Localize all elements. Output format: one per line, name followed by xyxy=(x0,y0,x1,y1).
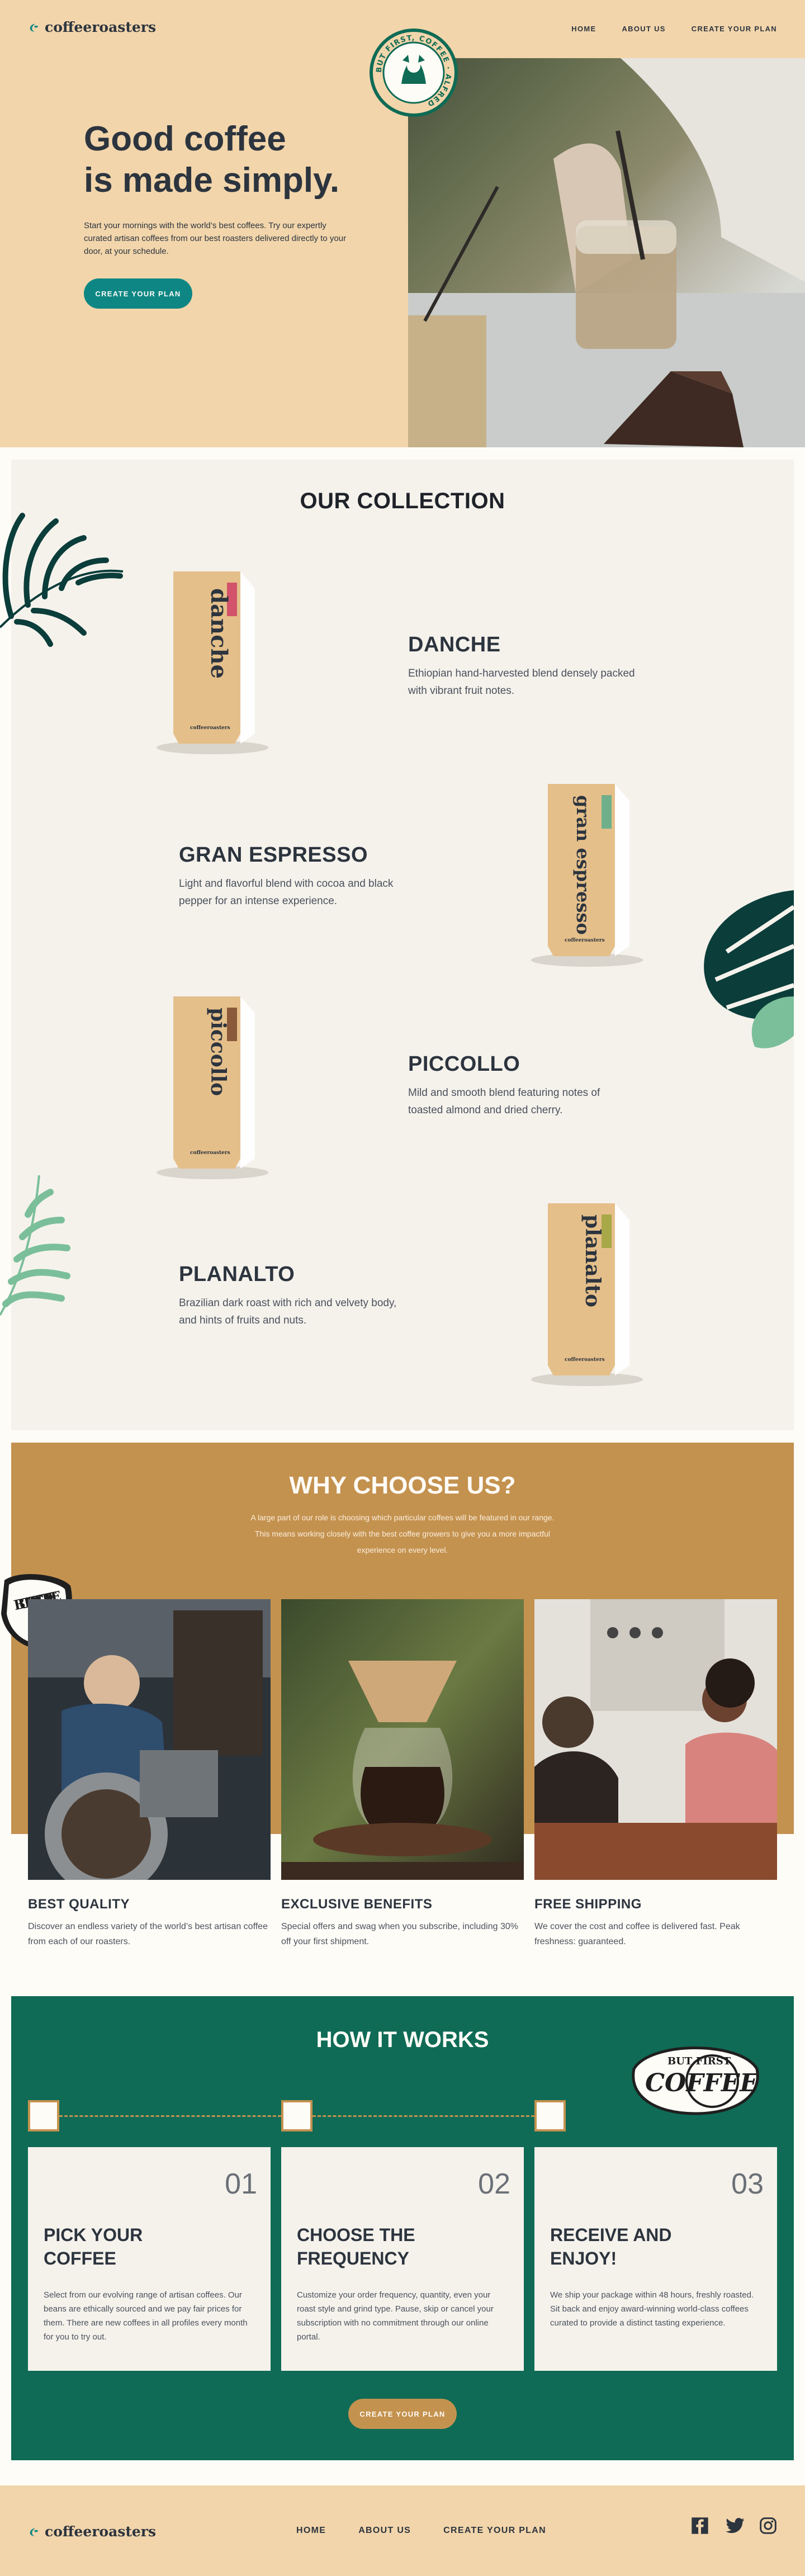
how-create-plan-button[interactable]: CREATE YOUR PLAN xyxy=(348,2399,457,2429)
step-number: 01 xyxy=(225,2168,257,2200)
brand-name: coffeeroasters xyxy=(45,19,157,35)
planalto-bag-image: planalto coffeeroasters xyxy=(531,1198,643,1391)
step-marker xyxy=(281,2100,312,2131)
product-desc: Light and flavorful blend with cocoa and… xyxy=(179,878,394,907)
gran-espresso-bag-label: gran espresso xyxy=(572,795,594,935)
gran-espresso-bag-brand: coffeeroasters xyxy=(565,938,605,943)
product-name: DANCHE xyxy=(408,633,501,656)
step-desc: We ship your package within 48 hours, fr… xyxy=(550,2290,754,2328)
coffee-bean-logo-icon xyxy=(30,23,39,32)
step-number: 03 xyxy=(731,2168,764,2200)
footer-home-link[interactable]: HOME xyxy=(296,2526,326,2536)
feature-title: FREE SHIPPING xyxy=(534,1897,642,1912)
monstera-leaf-icon xyxy=(704,890,794,1048)
stamp-top-text: BUT FIRST xyxy=(667,2055,731,2067)
piccollo-bag-label: piccollo xyxy=(206,1008,230,1096)
product-name: PICCOLLO xyxy=(408,1052,520,1076)
step-title: PICK YOUR COFFEE xyxy=(44,2225,143,2268)
hero-create-plan-button[interactable]: CREATE YOUR PLAN xyxy=(84,278,192,309)
feature-title: BEST QUALITY xyxy=(28,1897,130,1912)
step-connector xyxy=(59,2115,281,2117)
danche-bag-brand: coffeeroasters xyxy=(190,725,230,731)
feature-best-quality: BEST QUALITY Discover an endless variety… xyxy=(28,1897,271,1949)
footer-about-link[interactable]: ABOUT US xyxy=(358,2526,411,2536)
step-desc: Customize your order frequency, quantity… xyxy=(297,2290,494,2342)
product-desc: Ethiopian hand-harvested blend densely p… xyxy=(408,668,635,697)
why-title: WHY CHOOSE US? xyxy=(289,1472,516,1499)
planalto-bag-brand: coffeeroasters xyxy=(565,1357,605,1363)
footer: coffeeroasters HOME ABOUT US CREATE YOUR… xyxy=(0,2485,805,2576)
step-card: 02 CHOOSE THE FREQUENCY Customize your o… xyxy=(281,2147,524,2371)
feature-desc: Special offers and swag when you subscri… xyxy=(281,1922,518,1946)
palm-leaf-icon xyxy=(0,513,124,647)
roaster-photo xyxy=(28,1599,271,1880)
product-piccollo[interactable]: PICCOLLO Mild and smooth blend featuring… xyxy=(408,1052,637,1119)
nav-create-plan-link[interactable]: CREATE YOUR PLAN xyxy=(692,25,777,33)
barista-photo xyxy=(534,1599,777,1880)
feature-desc: Discover an endless variety of the world… xyxy=(28,1922,268,1946)
twitter-icon[interactable] xyxy=(726,2518,745,2534)
collection-title: OUR COLLECTION xyxy=(300,489,505,513)
product-danche[interactable]: DANCHE Ethiopian hand-harvested blend de… xyxy=(408,633,637,699)
hero-coffee-photo xyxy=(408,58,805,447)
why-subtitle: A large part of our role is choosing whi… xyxy=(250,1513,555,1554)
step-marker xyxy=(28,2100,59,2131)
nav-home-link[interactable]: HOME xyxy=(571,25,596,33)
product-name: PLANALTO xyxy=(179,1263,295,1286)
step-title: CHOOSE THE FREQUENCY xyxy=(297,2225,415,2268)
step-number: 02 xyxy=(478,2168,510,2200)
feature-exclusive-benefits: EXCLUSIVE BENEFITS Special offers and sw… xyxy=(281,1897,524,1949)
main-nav: HOME ABOUT US CREATE YOUR PLAN xyxy=(571,25,777,33)
step-desc: Select from our evolving range of artisa… xyxy=(44,2290,248,2342)
collection-section: OUR COLLECTION danche coffeeroasters DAN… xyxy=(0,460,794,1430)
step-title: RECEIVE AND ENJOY! xyxy=(550,2225,672,2268)
footer-create-plan-link[interactable]: CREATE YOUR PLAN xyxy=(443,2526,546,2536)
brand-logo[interactable]: coffeeroasters xyxy=(28,19,156,35)
product-planalto[interactable]: PLANALTO Brazilian dark roast with rich … xyxy=(179,1263,408,1329)
stamp-main-text: COFFEE xyxy=(645,2069,759,2097)
nav-about-link[interactable]: ABOUT US xyxy=(622,25,665,33)
but-first-coffee-badge-icon: BUT FIRST, COFFEE · ALFRED xyxy=(370,29,458,117)
step-card: 01 PICK YOUR COFFEE Select from our evol… xyxy=(28,2147,271,2371)
step-card: 03 RECEIVE AND ENJOY! We ship your packa… xyxy=(534,2147,777,2371)
danche-bag-image: danche coffeeroasters xyxy=(157,566,268,759)
page: coffeeroasters HOME ABOUT US CREATE YOUR… xyxy=(0,0,805,2576)
product-name: GRAN ESPRESSO xyxy=(179,843,368,867)
product-desc: Brazilian dark roast with rich and velve… xyxy=(179,1297,397,1326)
footer-logo[interactable]: coffeeroasters xyxy=(28,2523,156,2540)
step-connector xyxy=(312,2115,534,2117)
feature-title: EXCLUSIVE BENEFITS xyxy=(281,1897,433,1912)
facebook-icon[interactable] xyxy=(691,2517,709,2535)
danche-bag-label: danche xyxy=(206,588,232,679)
hero-lead: Start your mornings with the world’s bes… xyxy=(84,221,347,256)
pour-over-photo xyxy=(281,1599,524,1880)
step-marker xyxy=(534,2100,566,2131)
product-desc: Mild and smooth blend featuring notes of… xyxy=(408,1087,600,1116)
product-gran-espresso[interactable]: GRAN ESPRESSO Light and flavorful blend … xyxy=(179,843,408,910)
instagram-icon[interactable] xyxy=(759,2517,777,2535)
feature-desc: We cover the cost and coffee is delivere… xyxy=(534,1922,740,1946)
hero-section: coffeeroasters HOME ABOUT US CREATE YOUR… xyxy=(0,0,805,447)
but-first-coffee-stamp-icon: BUT FIRST COFFEE xyxy=(632,2046,759,2115)
footer-nav: HOME ABOUT US CREATE YOUR PLAN xyxy=(296,2526,546,2536)
piccollo-bag-brand: coffeeroasters xyxy=(190,1150,230,1156)
piccollo-bag-image: piccollo coffeeroasters xyxy=(157,991,268,1184)
hero-title: Good coffee is made simply. xyxy=(84,120,340,200)
coffee-bean-logo-icon xyxy=(30,2528,39,2536)
planalto-bag-label: planalto xyxy=(581,1214,604,1307)
palm-leaf-light-icon xyxy=(0,1175,70,1316)
feature-free-shipping: FREE SHIPPING We cover the cost and coff… xyxy=(534,1897,777,1949)
gran-espresso-bag-image: gran espresso coffeeroasters xyxy=(531,778,643,971)
footer-brand-name: coffeeroasters xyxy=(45,2523,157,2540)
